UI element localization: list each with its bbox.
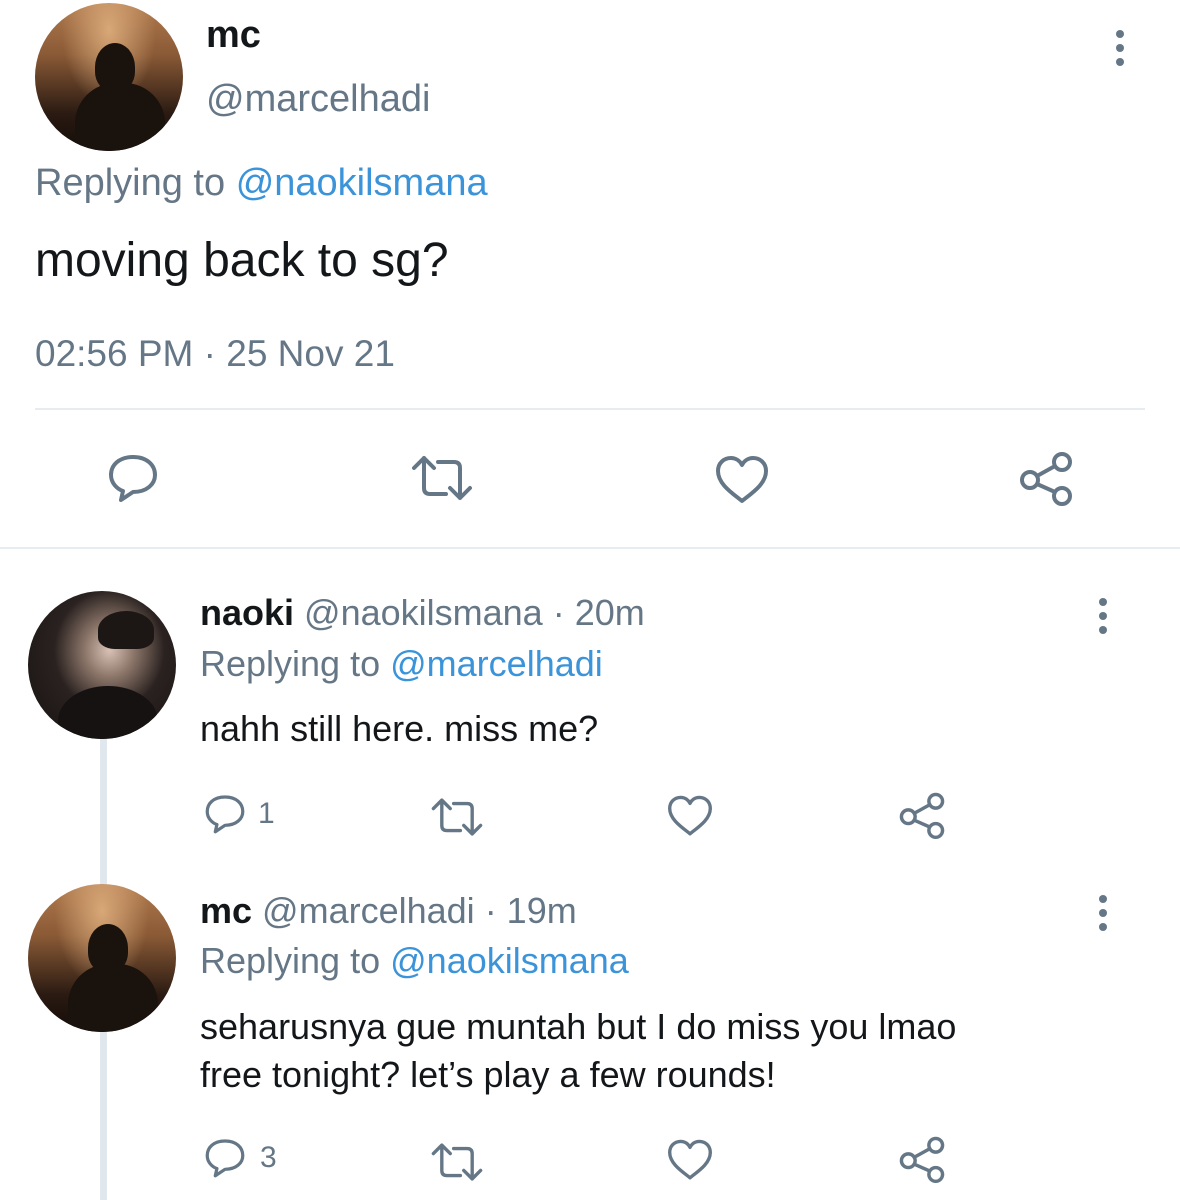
replying-to-line: Replying to @marcelhadi bbox=[200, 643, 603, 685]
share-icon[interactable] bbox=[898, 1135, 946, 1183]
avatar-marcelhadi[interactable] bbox=[28, 884, 176, 1032]
share-icon[interactable] bbox=[898, 791, 946, 839]
reply-text-line-1: seharusnya gue muntah but I do miss you … bbox=[200, 1006, 957, 1047]
reply-icon[interactable] bbox=[105, 452, 161, 504]
reply-count: 1 bbox=[258, 797, 275, 830]
reply-text-line-2: free tonight? let’s play a few rounds! bbox=[200, 1054, 776, 1095]
tweet-text: moving back to sg? bbox=[35, 234, 449, 287]
reply-count: 3 bbox=[260, 1141, 277, 1174]
avatar-naokilsmana[interactable] bbox=[28, 591, 176, 739]
divider bbox=[35, 408, 1145, 410]
replying-label: Replying to bbox=[200, 643, 381, 684]
replying-to-link[interactable]: @naokilsmana bbox=[390, 940, 629, 981]
replying-label: Replying to bbox=[35, 162, 226, 204]
reply-header: mc @marcelhadi · 19m bbox=[200, 890, 577, 932]
share-icon[interactable] bbox=[1018, 450, 1074, 506]
more-icon[interactable] bbox=[1099, 598, 1107, 640]
more-icon[interactable] bbox=[1116, 30, 1124, 72]
like-icon[interactable] bbox=[666, 794, 714, 838]
replying-to-line: Replying to @naokilsmana bbox=[200, 940, 629, 982]
display-name[interactable]: mc bbox=[200, 890, 252, 931]
reply-time[interactable]: · 20m bbox=[553, 592, 645, 633]
reply-time[interactable]: · 19m bbox=[485, 890, 577, 931]
retweet-icon[interactable] bbox=[430, 795, 484, 839]
replying-to-link[interactable]: @naokilsmana bbox=[236, 162, 488, 204]
display-name[interactable]: naoki bbox=[200, 592, 294, 633]
retweet-icon[interactable] bbox=[430, 1140, 484, 1184]
avatar-marcelhadi[interactable] bbox=[35, 3, 183, 151]
reply-icon[interactable] bbox=[202, 793, 248, 835]
replying-label: Replying to bbox=[200, 940, 381, 981]
replying-to-link[interactable]: @marcelhadi bbox=[390, 643, 603, 684]
reply-header: naoki @naokilsmana · 20m bbox=[200, 592, 645, 634]
reply-icon[interactable] bbox=[202, 1137, 248, 1179]
user-handle[interactable]: @marcelhadi bbox=[262, 890, 475, 931]
like-icon[interactable] bbox=[666, 1138, 714, 1182]
like-icon[interactable] bbox=[714, 454, 770, 506]
retweet-icon[interactable] bbox=[410, 452, 474, 504]
user-handle[interactable]: @naokilsmana bbox=[304, 592, 543, 633]
user-handle[interactable]: @marcelhadi bbox=[206, 78, 430, 121]
more-icon[interactable] bbox=[1099, 895, 1107, 937]
reply-text: nahh still here. miss me? bbox=[200, 708, 599, 749]
display-name[interactable]: mc bbox=[206, 14, 261, 57]
section-divider bbox=[0, 547, 1180, 549]
tweet-timestamp: 02:56 PM · 25 Nov 21 bbox=[35, 333, 395, 374]
replying-to-line: Replying to @naokilsmana bbox=[35, 162, 488, 205]
